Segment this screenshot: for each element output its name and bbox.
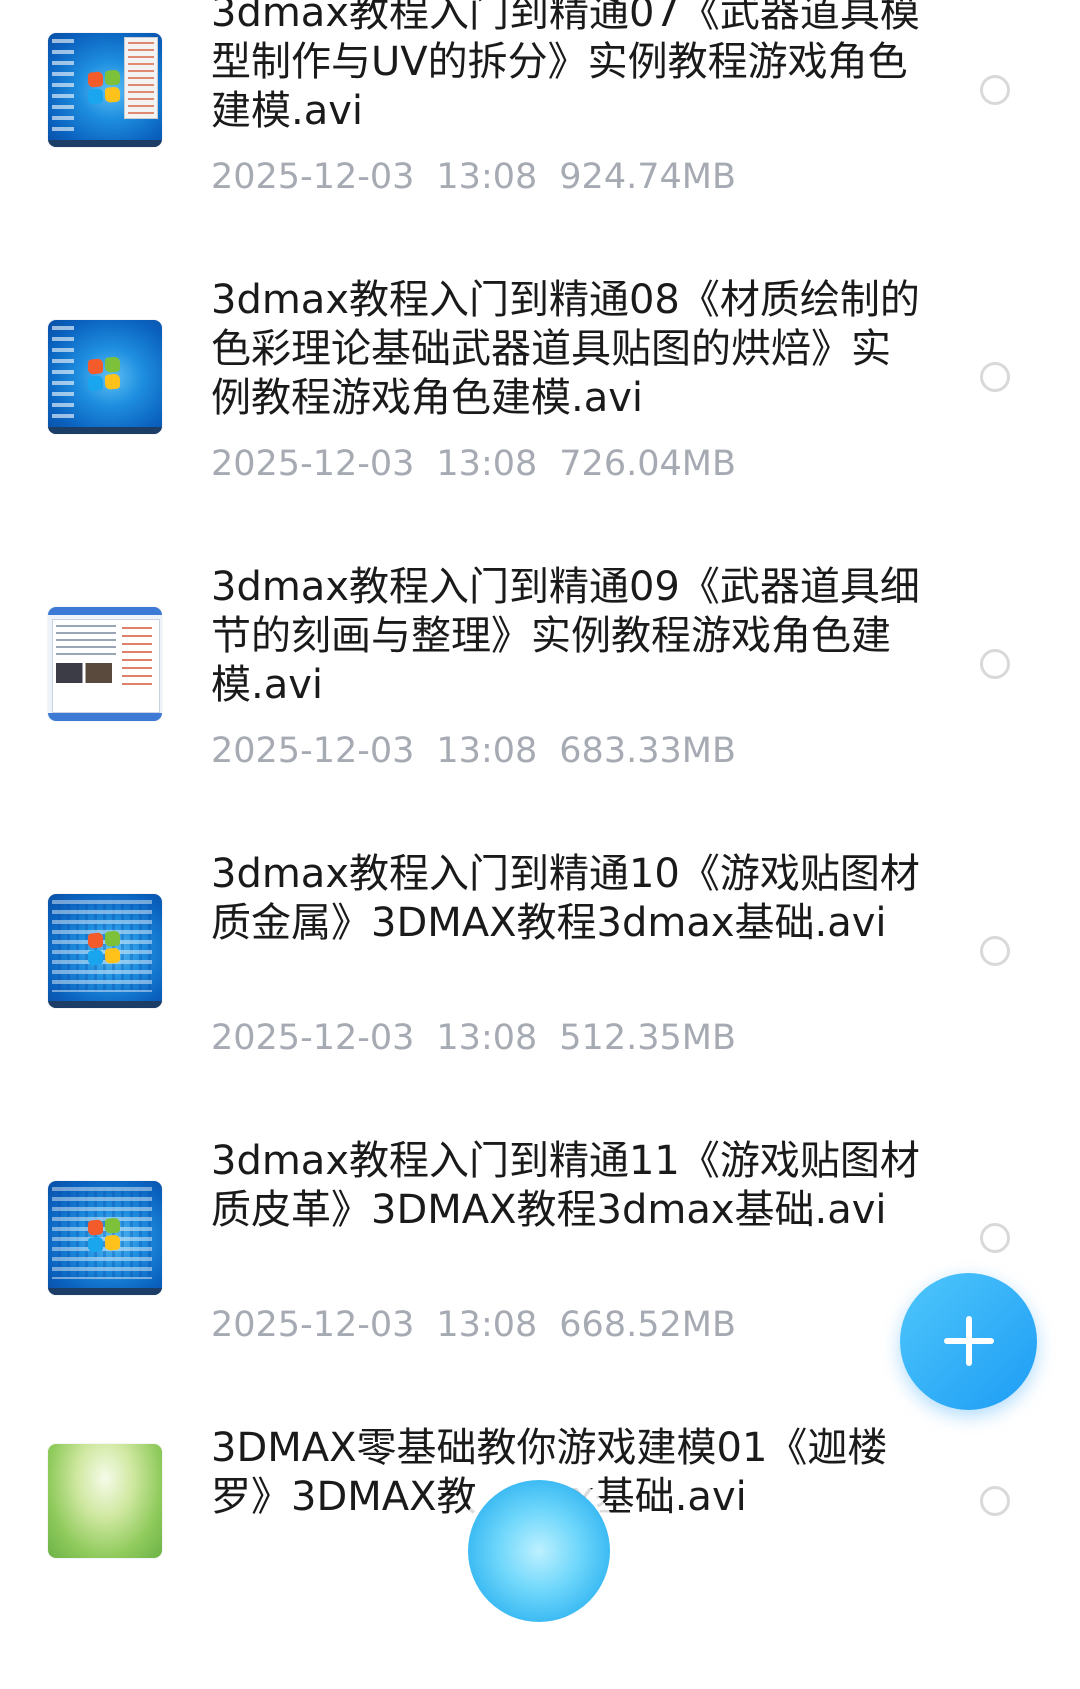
file-size: 683.33MB bbox=[559, 731, 736, 771]
file-time: 13:08 bbox=[436, 444, 538, 484]
floating-bubble[interactable] bbox=[468, 1480, 610, 1622]
select-radio[interactable] bbox=[980, 362, 1010, 392]
video-thumbnail bbox=[48, 607, 162, 721]
file-date: 2025-12-03 bbox=[211, 1018, 415, 1058]
file-name: 3dmax教程入门到精通08《材质绘制的色彩理论基础武器道具贴图的烘焙》实例教程… bbox=[211, 277, 920, 421]
windows-logo-icon bbox=[88, 1217, 122, 1255]
file-date: 2025-12-03 bbox=[211, 1305, 415, 1345]
file-time: 13:08 bbox=[436, 1305, 538, 1345]
file-size: 512.35MB bbox=[559, 1018, 736, 1058]
file-time: 13:08 bbox=[436, 157, 538, 197]
video-thumbnail bbox=[48, 320, 162, 434]
file-name: 3dmax教程入门到精通09《武器道具细节的刻画与整理》实例教程游戏角色建模.a… bbox=[211, 564, 920, 708]
select-radio[interactable] bbox=[980, 1486, 1010, 1516]
file-size: 726.04MB bbox=[559, 444, 736, 484]
windows-logo-icon bbox=[88, 356, 122, 394]
file-meta: 2025-12-03 13:08 683.33MB bbox=[211, 731, 758, 771]
file-date: 2025-12-03 bbox=[211, 731, 415, 771]
select-radio[interactable] bbox=[980, 649, 1010, 679]
file-time: 13:08 bbox=[436, 1018, 538, 1058]
file-meta: 2025-12-03 13:08 512.35MB bbox=[211, 1018, 758, 1058]
file-list-item[interactable]: 3dmax教程入门到精通07《武器道具模型制作与UV的拆分》实例教程游戏角色建模… bbox=[0, 0, 1080, 254]
select-radio[interactable] bbox=[980, 1223, 1010, 1253]
video-thumbnail bbox=[48, 1444, 162, 1558]
video-thumbnail bbox=[48, 894, 162, 1008]
file-meta: 2025-12-03 13:08 668.52MB bbox=[211, 1305, 758, 1345]
file-size: 924.74MB bbox=[559, 157, 736, 197]
file-size: 668.52MB bbox=[559, 1305, 736, 1345]
file-list-item[interactable]: 3dmax教程入门到精通09《武器道具细节的刻画与整理》实例教程游戏角色建模.a… bbox=[0, 541, 1080, 828]
video-thumbnail bbox=[48, 33, 162, 147]
file-date: 2025-12-03 bbox=[211, 157, 415, 197]
file-date: 2025-12-03 bbox=[211, 444, 415, 484]
select-radio[interactable] bbox=[980, 75, 1010, 105]
file-list-item[interactable]: 3dmax教程入门到精通08《材质绘制的色彩理论基础武器道具贴图的烘焙》实例教程… bbox=[0, 254, 1080, 541]
file-time: 13:08 bbox=[436, 731, 538, 771]
file-name: 3dmax教程入门到精通07《武器道具模型制作与UV的拆分》实例教程游戏角色建模… bbox=[211, 0, 920, 134]
select-radio[interactable] bbox=[980, 936, 1010, 966]
file-list-item[interactable]: 3dmax教程入门到精通10《游戏贴图材质金属》3DMAX教程3dmax基础.a… bbox=[0, 828, 1080, 1115]
video-thumbnail bbox=[48, 1181, 162, 1295]
file-name: 3dmax教程入门到精通11《游戏贴图材质皮革》3DMAX教程3dmax基础.a… bbox=[211, 1138, 920, 1233]
windows-logo-icon bbox=[88, 930, 122, 968]
windows-logo-icon bbox=[88, 69, 122, 107]
file-meta: 2025-12-03 13:08 726.04MB bbox=[211, 444, 758, 484]
add-button[interactable] bbox=[900, 1273, 1037, 1410]
file-meta: 2025-12-03 13:08 924.74MB bbox=[211, 157, 758, 197]
file-name: 3dmax教程入门到精通10《游戏贴图材质金属》3DMAX教程3dmax基础.a… bbox=[211, 851, 920, 946]
